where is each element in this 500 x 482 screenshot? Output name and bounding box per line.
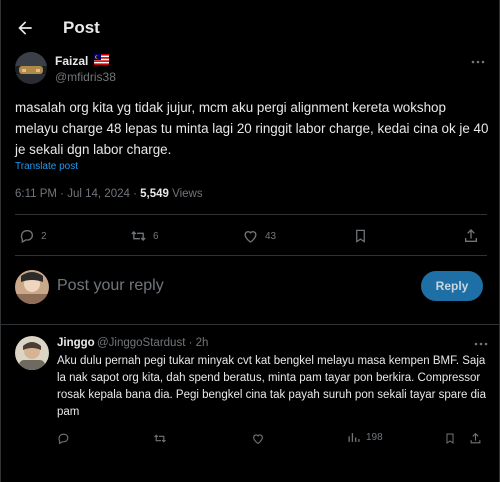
divider <box>15 214 487 215</box>
user-avatar[interactable] <box>15 270 49 304</box>
malaysia-flag-icon <box>94 54 109 65</box>
views-icon <box>348 433 360 442</box>
author-handle[interactable]: @mfidris38 <box>55 70 116 84</box>
more-icon[interactable] <box>470 59 486 65</box>
reply-count: 2 <box>41 230 47 242</box>
post-detail-page: Post Faizal @mfidris38 masalah org kita … <box>0 0 500 482</box>
comment-author-name[interactable]: Jinggo <box>57 337 95 349</box>
views-action[interactable]: 198 <box>347 431 383 444</box>
repost-count: 6 <box>153 230 159 242</box>
reply-button[interactable]: Reply <box>421 271 483 301</box>
comment-avatar[interactable] <box>15 336 49 370</box>
back-arrow-icon[interactable] <box>15 18 35 38</box>
comment-author-handle[interactable]: @JinggoStardust · 2h <box>97 337 208 349</box>
meta-separator: · <box>129 188 141 200</box>
like-icon[interactable] <box>251 432 265 445</box>
translate-post-link[interactable]: Translate post <box>15 161 78 172</box>
post-time[interactable]: 6:11 PM <box>15 188 57 200</box>
post-text: masalah org kita yg tidak jujur, mcm aku… <box>15 100 489 157</box>
page-title: Post <box>63 18 100 37</box>
views-count: 5,549 <box>140 188 169 200</box>
reply-action[interactable]: 2 <box>19 228 47 244</box>
more-icon[interactable] <box>473 341 489 347</box>
divider <box>1 324 500 325</box>
divider <box>15 255 487 256</box>
repost-icon <box>131 231 146 241</box>
like-action[interactable]: 43 <box>242 228 276 244</box>
post-date[interactable]: Jul 14, 2024 <box>67 188 130 200</box>
like-icon <box>244 231 257 243</box>
repost-icon[interactable] <box>153 432 167 445</box>
views-label: Views <box>172 188 203 200</box>
author-avatar[interactable] <box>15 52 47 84</box>
bookmark-icon[interactable] <box>444 432 456 445</box>
post-meta: 6:11 PM · Jul 14, 2024 · 5,549 Views <box>15 188 203 200</box>
bookmark-icon[interactable] <box>353 228 368 244</box>
page-header: Post <box>1 10 500 48</box>
comment-text: Aku dulu pernah pegi tukar minyak cvt ka… <box>57 355 486 418</box>
share-icon[interactable] <box>463 228 479 244</box>
author-name[interactable]: Faizal <box>55 54 88 68</box>
reply-icon <box>20 230 33 244</box>
comment-views-count: 198 <box>366 432 383 443</box>
share-icon[interactable] <box>469 432 482 445</box>
like-count: 43 <box>265 230 277 242</box>
reply-icon[interactable] <box>57 432 70 445</box>
repost-action[interactable]: 6 <box>130 228 159 244</box>
reply-input[interactable]: Post your reply <box>57 277 164 295</box>
meta-separator: · <box>56 188 68 200</box>
